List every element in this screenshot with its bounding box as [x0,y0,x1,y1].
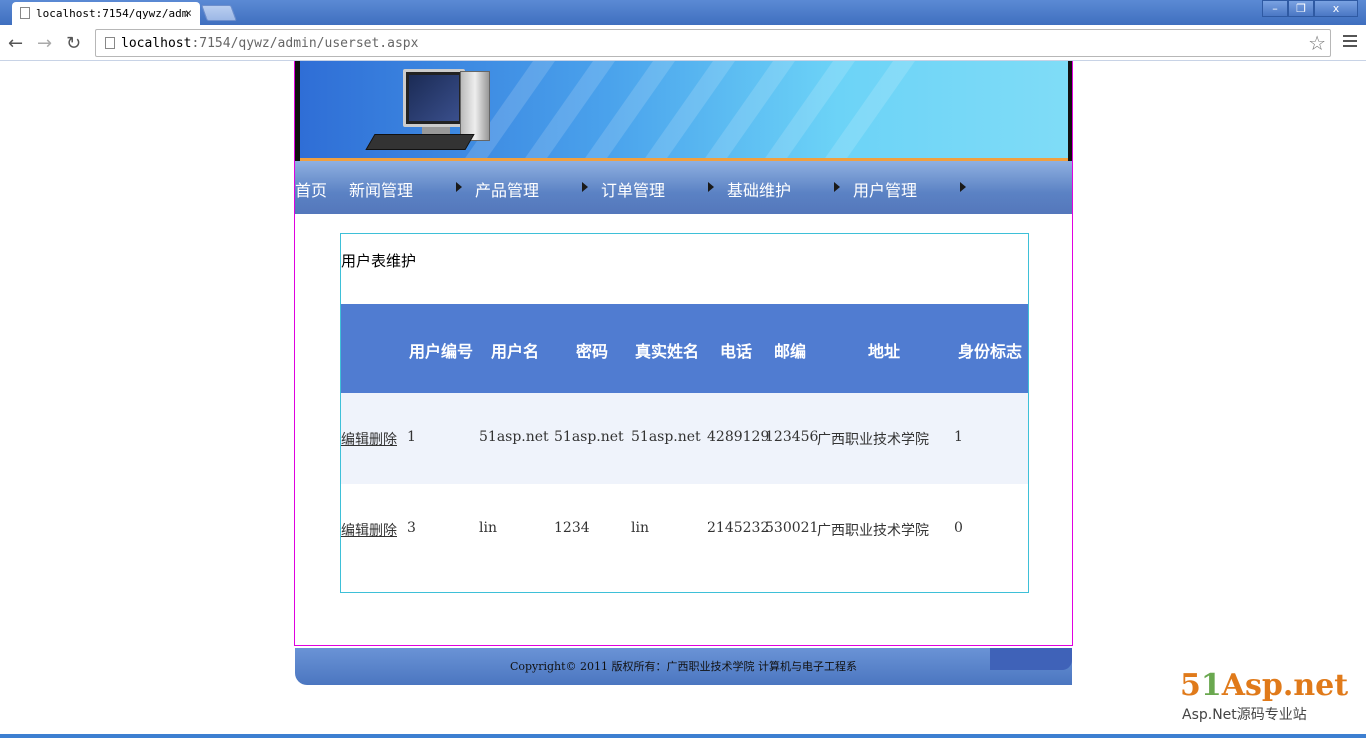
column-header: 密码 [576,342,609,361]
delete-link[interactable]: 删除 [369,432,397,448]
edit-link[interactable]: 编辑 [341,523,369,539]
nav-arrow-icon [708,182,714,192]
page-icon [105,37,115,49]
cell-phone: 4289129 [707,429,770,445]
reload-icon[interactable]: ↻ [66,33,81,54]
cell-zip: 530021 [765,520,819,536]
browser-titlebar: localhost:7154/qywz/adm × – ❐ x [0,0,1366,25]
table-row: 编辑删除 3 lin 1234 lin 2145232 530021 广西职业技… [341,484,1028,575]
forward-icon[interactable]: → [37,33,52,54]
cell-id: 1 [407,429,416,445]
computer-tower-icon [460,71,490,141]
main-nav: 首页 新闻管理 产品管理 订单管理 基础维护 用户管理 [295,161,1072,214]
banner-image [300,61,1068,159]
page-container: 首页 新闻管理 产品管理 订单管理 基础维护 用户管理 用户表维护 用户编号 用… [294,61,1073,646]
table-row: 编辑删除 1 51asp.net 51asp.net 51asp.net 428… [341,393,1028,484]
nav-item-orders[interactable]: 订单管理 [601,177,665,201]
column-header: 身份标志 [958,342,1023,361]
page-title: 用户表维护 [341,252,417,270]
nav-arrow-icon [834,182,840,192]
cell-address: 广西职业技术学院 [817,523,929,539]
nav-item-basic[interactable]: 基础维护 [727,177,791,201]
tab-title: localhost:7154/qywz/adm [36,7,189,20]
page-icon [20,7,30,19]
cell-flag: 0 [954,520,963,536]
nav-arrow-icon [456,182,462,192]
back-icon[interactable]: ← [8,33,23,54]
watermark-subtitle: Asp.Net源码专业站 [1182,707,1307,723]
table-header: 用户编号 用户名 密码 真实姓名 电话 邮编 地址 身份标志 [341,304,1028,393]
bookmark-star-icon[interactable]: ☆ [1308,31,1326,55]
cell-realname: 51asp.net [631,429,701,445]
url-text[interactable]: localhost:7154/qywz/admin/userset.aspx [121,36,418,51]
column-header: 邮编 [774,342,807,361]
cell-phone: 2145232 [707,520,770,536]
column-header: 地址 [868,342,901,361]
close-window-button[interactable]: x [1314,0,1358,17]
nav-item-users[interactable]: 用户管理 [853,177,917,201]
computer-monitor-icon [403,69,465,127]
nav-item-home[interactable]: 首页 [295,177,327,201]
browser-tab[interactable]: localhost:7154/qywz/adm × [12,2,200,25]
cell-password: 51asp.net [554,429,624,445]
column-header: 电话 [720,342,753,361]
watermark-logo-text: 51Asp.net [1180,668,1349,703]
cell-zip: 123456 [765,429,819,445]
window-controls: – ❐ x [1262,0,1358,18]
minimize-button[interactable]: – [1262,0,1288,17]
cell-realname: lin [631,520,649,536]
column-header: 用户编号 [409,342,474,361]
cell-username: 51asp.net [479,429,549,445]
cell-id: 3 [407,520,416,536]
column-header: 用户名 [491,342,540,361]
user-table: 用户编号 用户名 密码 真实姓名 电话 邮编 地址 身份标志 编辑删除 1 51… [341,304,1028,575]
nav-arrow-icon [960,182,966,192]
browser-toolbar: ← → ↻ localhost:7154/qywz/admin/userset.… [0,25,1366,61]
menu-icon[interactable] [1343,35,1357,50]
url-path: :7154/qywz/admin/userset.aspx [191,36,419,51]
taskbar-edge [0,734,1366,738]
address-bar[interactable]: localhost:7154/qywz/admin/userset.aspx ☆ [95,29,1331,57]
cell-flag: 1 [954,429,963,445]
header-banner [295,61,1072,161]
keyboard-icon [365,134,475,150]
watermark-logo: 51Asp.net Asp.Net源码专业站 [1176,666,1356,726]
nav-item-news[interactable]: 新闻管理 [349,177,413,201]
cell-username: lin [479,520,497,536]
new-tab-button[interactable] [201,5,237,21]
url-host: localhost [121,36,192,51]
delete-link[interactable]: 删除 [369,523,397,539]
cell-password: 1234 [554,520,590,536]
nav-arrow-icon [582,182,588,192]
maximize-button[interactable]: ❐ [1288,0,1314,17]
tab-close-icon[interactable]: × [185,6,192,20]
cell-address: 广西职业技术学院 [817,432,929,448]
page-footer: Copyright© 2011 版权所有：广西职业技术学院 计算机与电子工程系 [295,648,1072,685]
column-header: 真实姓名 [635,342,700,361]
copyright-text: Copyright© 2011 版权所有：广西职业技术学院 计算机与电子工程系 [509,660,858,673]
nav-item-products[interactable]: 产品管理 [475,177,539,201]
content-box: 用户表维护 用户编号 用户名 密码 真实姓名 电话 邮编 地址 身份标志 编辑删… [340,233,1029,593]
edit-link[interactable]: 编辑 [341,432,369,448]
